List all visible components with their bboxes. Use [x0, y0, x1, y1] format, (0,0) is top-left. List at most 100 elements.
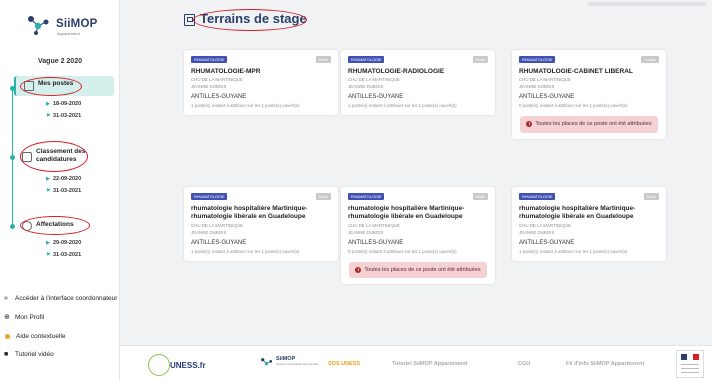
molecule-icon [261, 358, 273, 366]
card-person: JEANNE DUBOIS [191, 84, 227, 90]
republique-logo [676, 350, 704, 378]
arrow-right-icon: ▶ [46, 176, 50, 182]
specialty-tag: RHUMATOLOGIE [348, 193, 385, 200]
date-end: ⚑ 31-03-2021 [46, 252, 82, 258]
scrollbar[interactable] [588, 2, 706, 6]
terrain-card[interactable]: RHUMATOLOGIE Mode RHUMATOLOGIE-MPR CHU DE… [184, 50, 338, 116]
card-person: JEANNE DUBOIS [519, 229, 555, 235]
card-person: JEANNE DUBOIS [348, 229, 384, 235]
date-end: ⚑ 31-03-2021 [46, 188, 82, 194]
step-mes-postes[interactable]: Mes postes [14, 76, 114, 96]
siimop-logo[interactable]: SiiMOP Appariement [26, 10, 106, 40]
card-hospital: CHU DE LA MARTINIQUE [519, 77, 571, 83]
link-tutoriel[interactable]: ■ Tutoriel vidéo [4, 350, 118, 360]
terrain-card[interactable]: RHUMATOLOGIE Couple RHUMATOLOGIE-CABINET … [512, 50, 666, 140]
sidebar: SiiMOP Appariement Vague 2 2020 Mes post… [0, 0, 120, 380]
card-title: RHUMATOLOGIE-CABINET LIBERAL [519, 68, 633, 75]
card-region: ANTILLES-GUYANE [191, 239, 247, 246]
footer-link-sos[interactable]: SOS UNESS [328, 361, 360, 367]
alert-box: ! Toutes les places de ce poste ont été a… [520, 116, 658, 134]
mode-badge: Mode [643, 193, 659, 200]
card-hospital: CHU DE LA MARTINIQUE [348, 222, 400, 228]
footer-link-fil-info[interactable]: Fil d'info SiiMOP Appariement [566, 361, 644, 367]
sidebar-bottom-links: » Accéder à l'interface coordonnateur ⊕ … [4, 294, 118, 368]
specialty-tag: RHUMATOLOGIE [191, 193, 228, 200]
specialty-tag: RHUMATOLOGIE [191, 56, 228, 63]
document-icon [24, 81, 34, 91]
video-icon: ■ [4, 350, 9, 358]
terrain-card[interactable]: RHUMATOLOGIE Mode rhumatologie hospitaliè… [341, 187, 495, 285]
card-hospital: CHU DE LA MARTINIQUE [519, 222, 571, 228]
link-mon-profil[interactable]: ⊕ Mon Profil [4, 313, 118, 323]
card-availability: 1 poste(s) restant à attribuer sur les 1… [191, 248, 300, 254]
card-region: ANTILLES-GUYANE [519, 94, 575, 101]
card-person: JEANNE DUBOIS [519, 84, 555, 90]
mode-badge: Mode [315, 193, 331, 200]
step-classement[interactable]: Classement des candidatures [14, 144, 114, 170]
specialty-tag: RHUMATOLOGIE [519, 193, 556, 200]
card-title: RHUMATOLOGIE-RADIOLOGIE [348, 68, 445, 75]
french-flag-icon [681, 354, 699, 360]
date-start: ▶ 18-09-2020 [46, 101, 82, 107]
date-start: ▶ 29-09-2020 [46, 240, 82, 246]
link-coordonnateur[interactable]: » Accéder à l'interface coordonnateur [4, 294, 118, 304]
double-chevron-icon: » [4, 295, 8, 302]
card-hospital: CHU DE LA MARTINIQUE [191, 222, 243, 228]
card-availability: 1 poste(s) restant à attribuer sur les 1… [348, 103, 457, 109]
specialty-tag: RHUMATOLOGIE [348, 56, 385, 63]
molecule-icon [28, 16, 49, 35]
flag-icon: ⚑ [46, 252, 51, 258]
card-region: ANTILLES-GUYANE [191, 94, 247, 101]
footer: UNESS.fr SiiMOP Système Informatisé des … [120, 345, 712, 380]
card-region: ANTILLES-GUYANE [348, 239, 404, 246]
alert-box: ! Toutes les places de ce poste ont été a… [349, 261, 487, 279]
card-person: JEANNE DUBOIS [348, 84, 384, 90]
card-availability: 1 poste(s) restant à attribuer sur les 1… [191, 103, 300, 109]
card-title: rhumatologie hospitalière Martinique- rh… [519, 205, 636, 221]
card-hospital: CHU DE LA MARTINIQUE [348, 77, 400, 83]
mode-badge: Mode [472, 193, 488, 200]
footer-link-cgu[interactable]: CGU [518, 361, 530, 367]
arrow-right-icon: ▶ [46, 240, 50, 246]
uness-logo[interactable]: UNESS.fr [148, 354, 208, 376]
step-label: Mes postes [38, 80, 74, 87]
card-title: RHUMATOLOGIE-MPR [191, 68, 261, 75]
brand-name: SiiMOP [56, 18, 98, 30]
flag-icon: ⚑ [46, 188, 51, 194]
terrain-card[interactable]: RHUMATOLOGIE Mode rhumatologie hospitaliè… [184, 187, 338, 261]
step-label: Classement des candidatures [36, 148, 86, 164]
date-start: ▶ 22-09-2020 [46, 176, 82, 182]
card-title: rhumatologie hospitalière Martinique- rh… [348, 205, 465, 221]
ranking-icon [22, 152, 32, 162]
footer-link-tutoriel[interactable]: Tutoriel SiiMOP Appariement [392, 361, 467, 367]
link-aide[interactable]: Aide contextuelle [4, 332, 118, 341]
uness-ring-icon [148, 354, 170, 376]
user-icon: ⊕ [4, 313, 10, 321]
date-end: ⚑ 31-03-2021 [46, 113, 82, 119]
arrow-right-icon: ▶ [46, 101, 50, 107]
help-dot-icon [5, 333, 10, 339]
vague-label: Vague 2 2020 [38, 58, 82, 65]
card-person: JEANNE DUBOIS [191, 229, 227, 235]
card-availability: 0 poste(s) restant à attribuer sur les 1… [348, 248, 457, 254]
card-region: ANTILLES-GUYANE [519, 239, 575, 246]
brand-subtitle: Appariement [57, 31, 80, 36]
specialty-tag: RHUMATOLOGIE [519, 56, 556, 63]
card-title: rhumatologie hospitalière Martinique- rh… [191, 205, 308, 221]
siimop-footer-logo[interactable]: SiiMOP Système Informatisé des Internats [260, 354, 330, 376]
mode-badge: Mode [472, 56, 488, 63]
alert-icon: ! [526, 121, 533, 128]
flag-icon: ⚑ [46, 113, 51, 119]
step-affectations[interactable]: Affectations [14, 217, 114, 234]
terrain-card[interactable]: RHUMATOLOGIE Mode rhumatologie hospitaliè… [512, 187, 666, 261]
page-title: Terrains de stage [200, 11, 307, 26]
card-availability: 1 poste(s) restant à attribuer sur les 1… [519, 248, 628, 254]
mode-badge: Mode [315, 56, 331, 63]
alert-icon: ! [355, 266, 362, 273]
terrain-card[interactable]: RHUMATOLOGIE Mode RHUMATOLOGIE-RADIOLOGIE… [341, 50, 495, 116]
terrain-icon [184, 14, 195, 26]
check-circle-icon [22, 220, 32, 231]
card-region: ANTILLES-GUYANE [348, 94, 404, 101]
card-availability: 0 poste(s) restant à attribuer sur les 1… [519, 103, 628, 109]
step-label: Affectations [36, 221, 74, 228]
